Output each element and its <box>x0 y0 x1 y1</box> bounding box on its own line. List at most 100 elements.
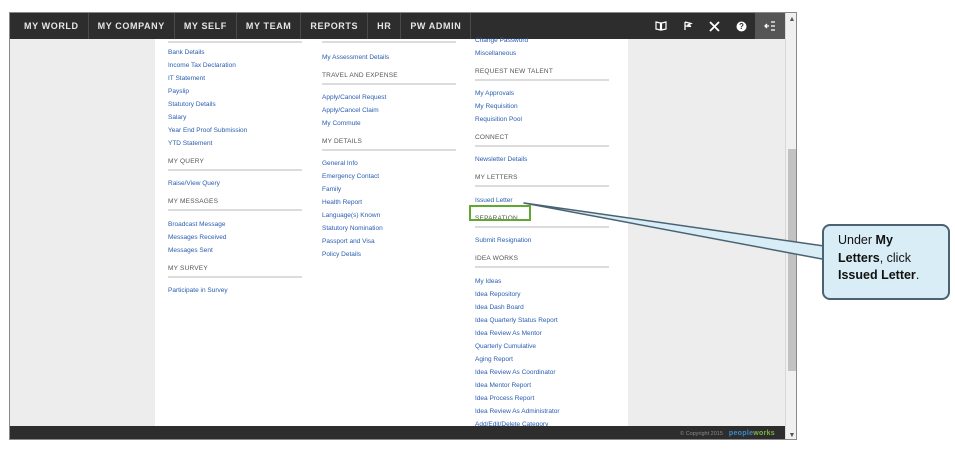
scroll-down-arrow-icon[interactable]: ▼ <box>786 429 796 439</box>
nav-my-team[interactable]: MY TEAM <box>237 13 301 39</box>
section-divider <box>322 83 456 85</box>
section-heading-connect: CONNECT <box>475 134 509 141</box>
link-emergency-contact[interactable]: Emergency Contact <box>322 172 379 181</box>
link-requisition-pool[interactable]: Requisition Pool <box>475 115 522 124</box>
nav-pw-admin[interactable]: PW ADMIN <box>401 13 470 39</box>
link-passport-and-visa[interactable]: Passport and Visa <box>322 237 375 246</box>
link-idea-review-as-mentor[interactable]: Idea Review As Mentor <box>475 329 542 338</box>
link-miscellaneous[interactable]: Miscellaneous <box>475 49 516 58</box>
link-raise-view-query[interactable]: Raise/View Query <box>168 179 220 188</box>
flag-icon[interactable] <box>674 13 701 39</box>
link-ytd-statement[interactable]: YTD Statement <box>168 139 212 148</box>
link-my-approvals[interactable]: My Approvals <box>475 89 514 98</box>
section-divider <box>168 41 302 43</box>
section-divider <box>475 79 609 81</box>
nav-my-self[interactable]: MY SELF <box>175 13 236 39</box>
link-it-statement[interactable]: IT Statement <box>168 74 205 83</box>
vertical-scrollbar[interactable]: ▲ ▼ <box>785 13 796 439</box>
callout-text-3: . <box>915 268 920 282</box>
link-my-commute[interactable]: My Commute <box>322 119 361 128</box>
section-heading-my-survey: MY SURVEY <box>168 265 208 272</box>
svg-text:?: ? <box>739 22 744 31</box>
link-family[interactable]: Family <box>322 185 341 194</box>
link-my-requisition[interactable]: My Requisition <box>475 102 518 111</box>
link-apply-cancel-claim[interactable]: Apply/Cancel Claim <box>322 106 379 115</box>
link-languages-known[interactable]: Language(s) Known <box>322 211 380 220</box>
section-divider <box>475 226 609 228</box>
section-heading-request-new-talent: REQUEST NEW TALENT <box>475 68 554 75</box>
section-divider <box>168 209 302 211</box>
scroll-up-arrow-icon[interactable]: ▲ <box>786 13 796 25</box>
link-statutory-nomination[interactable]: Statutory Nomination <box>322 224 383 233</box>
section-divider <box>475 185 609 187</box>
link-idea-repository[interactable]: Idea Repository <box>475 290 521 299</box>
callout-bold-issued-letter: Issued Letter <box>838 268 916 282</box>
brand-logo-accent: works <box>753 430 775 437</box>
nav-my-company[interactable]: MY COMPANY <box>89 13 174 39</box>
section-divider <box>322 149 456 151</box>
section-heading-my-details: MY DETAILS <box>322 138 363 145</box>
link-payslip[interactable]: Payslip <box>168 87 189 96</box>
tools-icon[interactable] <box>701 13 728 39</box>
link-idea-process-report[interactable]: Idea Process Report <box>475 394 534 403</box>
link-idea-review-as-administrator[interactable]: Idea Review As Administrator <box>475 407 560 416</box>
link-idea-mentor-report[interactable]: Idea Mentor Report <box>475 381 531 390</box>
link-apply-cancel-request[interactable]: Apply/Cancel Request <box>322 93 386 102</box>
section-heading-my-messages: MY MESSAGES <box>168 198 219 205</box>
callout-text-2: , click <box>879 250 911 265</box>
link-aging-report[interactable]: Aging Report <box>475 355 513 364</box>
footer-bar: © Copyright 2015 peopleworks <box>10 426 785 439</box>
link-year-end-proof-submission[interactable]: Year End Proof Submission <box>168 126 247 135</box>
menu-toggle-icon[interactable] <box>755 13 785 39</box>
link-my-assessment-details[interactable]: My Assessment Details <box>322 53 389 62</box>
section-heading-my-letters: MY LETTERS <box>475 174 518 181</box>
link-health-report[interactable]: Health Report <box>322 198 362 207</box>
nav-icon-group: ? <box>647 13 785 39</box>
top-navigation-bar: MY WORLD MY COMPANY MY SELF MY TEAM REPO… <box>10 13 785 39</box>
link-messages-received[interactable]: Messages Received <box>168 233 227 242</box>
callout-text-1: Under <box>838 233 876 247</box>
book-icon[interactable] <box>647 13 674 39</box>
link-income-tax-declaration[interactable]: Income Tax Declaration <box>168 61 236 70</box>
link-participate-in-survey[interactable]: Participate in Survey <box>168 286 228 295</box>
help-icon[interactable]: ? <box>728 13 755 39</box>
link-idea-review-as-coordinator[interactable]: Idea Review As Coordinator <box>475 368 556 377</box>
link-submit-resignation[interactable]: Submit Resignation <box>475 236 531 245</box>
section-divider <box>168 169 302 171</box>
nav-divider <box>470 13 472 39</box>
link-newsletter-details[interactable]: Newsletter Details <box>475 155 527 164</box>
link-quarterly-cumulative[interactable]: Quarterly Cumulative <box>475 342 536 351</box>
instruction-callout: Under My Letters, click Issued Letter. <box>822 224 950 300</box>
copyright-text: © Copyright 2015 <box>680 430 723 437</box>
scrollbar-thumb[interactable] <box>788 149 796 371</box>
section-divider <box>475 145 609 147</box>
link-statutory-details[interactable]: Statutory Details <box>168 100 216 109</box>
left-margin-panel <box>10 39 155 426</box>
link-idea-quarterly-status-report[interactable]: Idea Quarterly Status Report <box>475 316 558 325</box>
brand-logo-main: people <box>728 430 754 437</box>
link-idea-dash-board[interactable]: Idea Dash Board <box>475 303 524 312</box>
link-change-password[interactable]: Change Password <box>475 36 528 45</box>
link-issued-letter[interactable]: Issued Letter <box>475 196 513 205</box>
section-heading-idea-works: IDEA WORKS <box>475 255 519 262</box>
section-divider <box>322 41 456 43</box>
app-window: MY WORLD MY COMPANY MY SELF MY TEAM REPO… <box>9 12 797 440</box>
link-my-ideas[interactable]: My Ideas <box>475 277 501 286</box>
nav-hr[interactable]: HR <box>368 13 400 39</box>
nav-my-world[interactable]: MY WORLD <box>10 13 88 39</box>
link-policy-details[interactable]: Policy Details <box>322 250 361 259</box>
link-general-info[interactable]: General Info <box>322 159 358 168</box>
link-messages-sent[interactable]: Messages Sent <box>168 246 213 255</box>
link-salary[interactable]: Salary <box>168 113 186 122</box>
section-heading-my-query: MY QUERY <box>168 158 205 165</box>
section-divider <box>168 276 302 278</box>
brand-logo: peopleworks <box>729 430 775 437</box>
link-bank-details[interactable]: Bank Details <box>168 48 205 57</box>
link-broadcast-message[interactable]: Broadcast Message <box>168 220 225 229</box>
nav-reports[interactable]: REPORTS <box>301 13 367 39</box>
section-divider <box>475 266 609 268</box>
menu-content-area: Bank Details Income Tax Declaration IT S… <box>155 36 628 428</box>
issued-letter-highlight-box <box>469 205 531 221</box>
right-margin-panel <box>628 39 785 426</box>
section-heading-travel-and-expense: TRAVEL AND EXPENSE <box>322 72 398 79</box>
